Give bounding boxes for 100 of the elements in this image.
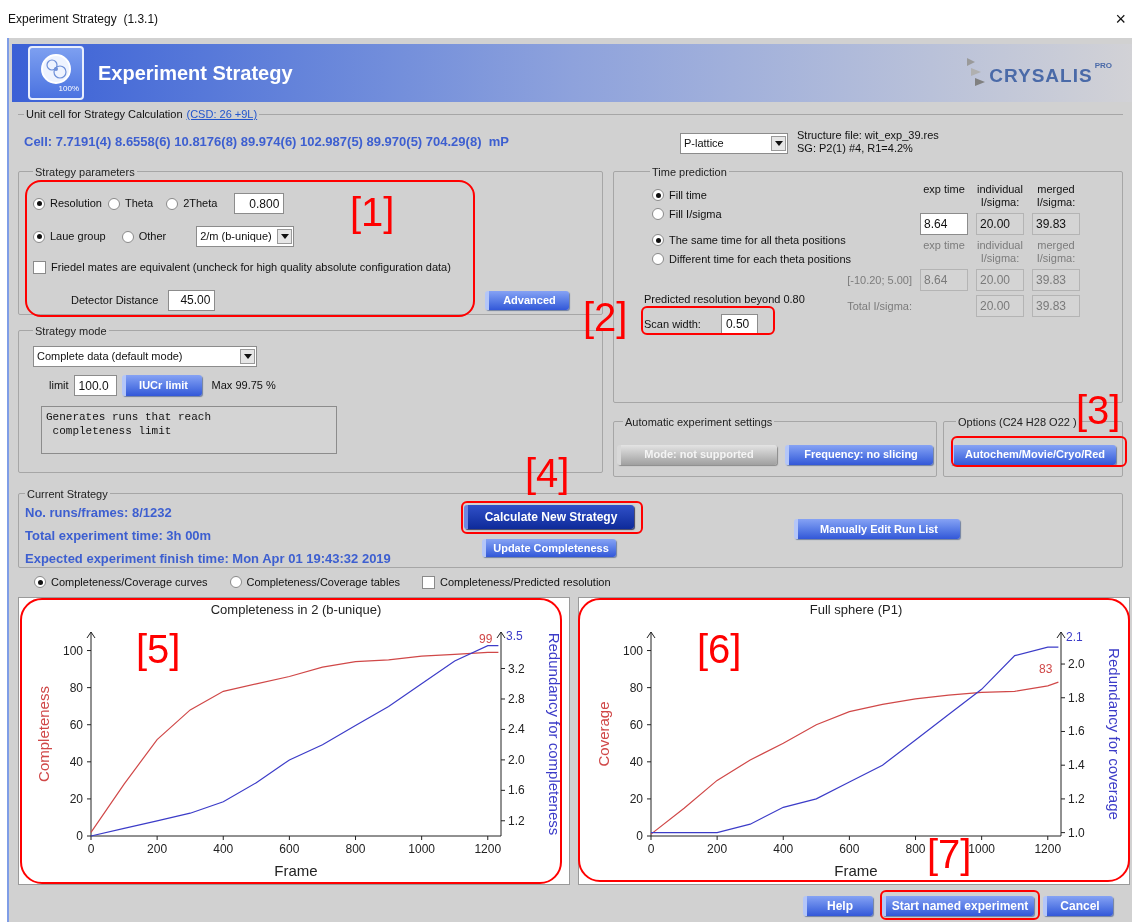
end-value-label: 83 (1039, 662, 1053, 677)
calculate-strategy-button[interactable]: Calculate New Strategy (464, 505, 634, 529)
radio-label: Different time for each theta positions (669, 251, 851, 267)
dropdown[interactable]: 2/m (b-unique) (196, 226, 295, 247)
close-button[interactable]: × (1115, 10, 1126, 28)
radio-label: Fill time (669, 188, 707, 203)
group-title: Time prediction (652, 166, 727, 178)
input-field[interactable]: 8.64 (920, 213, 968, 235)
input-field[interactable]: 0.800 (234, 193, 285, 214)
radio-button[interactable] (652, 207, 664, 220)
options-button[interactable]: Autochem/Movie/Cryo/Red (950, 444, 1116, 465)
tick-mark (1060, 798, 1066, 800)
banner-title: Experiment Strategy (98, 61, 293, 86)
radio-button[interactable] (652, 252, 664, 265)
radio-button[interactable] (229, 576, 242, 588)
tick-label: 40 (629, 754, 643, 769)
axis-title: Redundancy for completeness (546, 632, 563, 836)
tick-mark (981, 835, 983, 841)
input-field[interactable]: 0.50 (720, 313, 758, 335)
iucr-limit-button[interactable]: IUCr limit (121, 375, 202, 396)
tick-mark (355, 835, 356, 841)
tick-mark (646, 761, 652, 763)
radio-button[interactable] (108, 197, 120, 210)
tick-label: 1.6 (1068, 724, 1085, 739)
sphere-icon (39, 53, 73, 85)
annotation-label: [3] (1076, 388, 1121, 432)
update-completeness-button[interactable]: Update Completeness (482, 539, 616, 557)
csd-link[interactable]: (CSD: 26 +9L) (186, 106, 258, 123)
tick-label: 100 (622, 643, 643, 658)
radio-label: Resolution (50, 196, 102, 212)
strategy-summary: No. runs/frames: 8/1232 (25, 505, 173, 520)
axis-title: Frame (834, 862, 878, 879)
radio-button[interactable] (34, 576, 46, 588)
tick-mark (1047, 835, 1049, 841)
input-field[interactable]: 20.00 (976, 213, 1024, 235)
tick-label: 2.4 (508, 722, 525, 737)
tick-mark (1060, 832, 1066, 834)
tick-label: 200 (147, 842, 168, 856)
radio-button[interactable] (33, 230, 45, 243)
tick-mark (848, 835, 850, 841)
space-group: SG: P2(1) #4, R1=4.2% (797, 141, 939, 155)
checkbox[interactable] (422, 575, 435, 589)
column-header: individual I/sigma: (976, 183, 1024, 209)
radio-button[interactable] (652, 234, 664, 247)
tick-mark (86, 798, 92, 800)
input-field[interactable]: 100.0 (73, 375, 117, 396)
tick-label: 800 (905, 842, 926, 856)
dialog-button[interactable]: Help (803, 896, 873, 916)
end-value-label: 99 (479, 632, 493, 647)
tick-label: 1.0 (1068, 825, 1085, 840)
tick-mark (86, 761, 92, 763)
dialog-button[interactable]: Cancel (1043, 896, 1113, 916)
annotation-label: [2] (583, 295, 628, 339)
tick-label: 60 (629, 717, 643, 732)
radio-label: The same time for all theta positions (669, 233, 846, 248)
tick-mark (1060, 764, 1066, 766)
tick-label: 1.8 (1068, 690, 1085, 705)
tick-mark (500, 820, 506, 822)
radio-label: 2Theta (183, 196, 218, 212)
axis-title: Redundancy for coverage (1106, 648, 1123, 820)
axis-title: Coverage (595, 701, 612, 767)
advanced-button[interactable]: Advanced (485, 290, 570, 310)
group-title: Strategy parameters (35, 166, 135, 178)
tick-label: 800 (345, 842, 366, 856)
unit-cell-parameters: Cell: 7.7191(4) 8.6558(6) 10.8176(8) 89.974(6) 102.987(5) 89.970(5) 704.29(8) mP (24, 132, 510, 151)
checkbox[interactable] (33, 260, 46, 274)
tick-label: 2.8 (508, 692, 525, 706)
settings-button[interactable]: Frequency: no slicing (785, 444, 933, 465)
tick-label: 400 (213, 842, 234, 856)
dropdown[interactable]: P-lattice (680, 133, 788, 154)
group-title: Current Strategy (27, 488, 108, 500)
radio-button[interactable] (33, 197, 45, 210)
group-title: Unit cell for Strategy Calculation (26, 107, 183, 122)
radio-button[interactable] (166, 197, 179, 210)
tick-mark (915, 835, 916, 841)
column-header: merged I/sigma: (1035, 183, 1077, 209)
tick-mark (86, 687, 92, 689)
max-completeness: Max 99.75 % (211, 378, 276, 394)
annotation-label: [5] (136, 627, 181, 671)
input-field[interactable]: 39.83 (1032, 213, 1080, 235)
manual-edit-button[interactable]: Manually Edit Run List (794, 519, 960, 539)
annotation-label: [4] (525, 451, 570, 495)
dropdown[interactable]: Complete data (default mode) (33, 346, 257, 367)
tick-mark (716, 835, 718, 841)
radio-button[interactable] (121, 230, 134, 243)
dialog-button[interactable]: Start named experiment (882, 896, 1034, 916)
tick-mark (86, 650, 92, 652)
radio-button[interactable] (652, 189, 664, 202)
group-title: Strategy mode (35, 325, 107, 337)
tick-label: 1.6 (508, 783, 525, 798)
end-value-label: 2.1 (1066, 630, 1083, 645)
tick-label: 20 (69, 791, 83, 806)
tick-mark (646, 687, 652, 689)
tick-label: 400 (773, 842, 794, 856)
field-label: Scan width: (644, 316, 701, 332)
tick-label: 1.4 (1068, 758, 1085, 773)
input-field[interactable]: 45.00 (168, 289, 216, 311)
structure-file: Structure file: wit_exp_39.res (797, 128, 939, 142)
tick-mark (646, 798, 652, 800)
annotation-label: [6] (697, 627, 742, 671)
